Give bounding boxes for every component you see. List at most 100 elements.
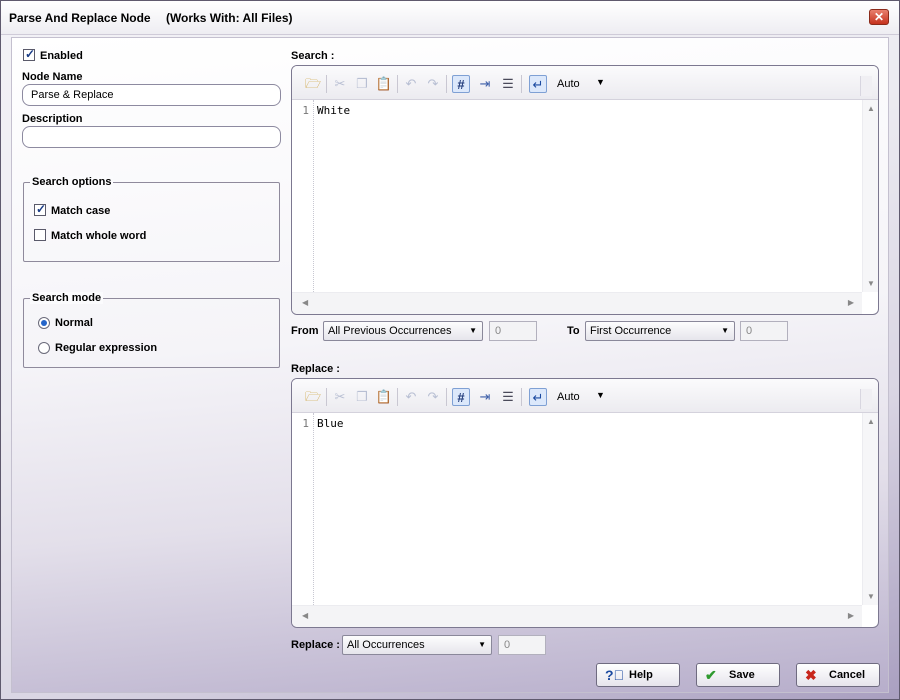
- copy-icon[interactable]: ❐: [353, 388, 371, 406]
- from-count-field[interactable]: 0: [489, 321, 537, 341]
- close-button[interactable]: ✕: [869, 9, 889, 25]
- regex-label: Regular expression: [55, 342, 158, 354]
- cut-icon[interactable]: ✂: [331, 75, 349, 93]
- show-whitespace-icon[interactable]: ⇥: [476, 75, 494, 93]
- enter-icon[interactable]: ↵: [529, 75, 547, 93]
- scroll-down-icon[interactable]: ▼: [863, 279, 878, 288]
- search-code[interactable]: White: [317, 104, 350, 117]
- help-button-label: Help: [629, 669, 653, 681]
- cut-icon[interactable]: ✂: [331, 388, 349, 406]
- to-select-value: First Occurrence: [590, 325, 672, 337]
- from-select-value: All Previous Occurrences: [328, 325, 452, 337]
- node-name-field[interactable]: Parse & Replace: [22, 84, 281, 106]
- scroll-right-icon[interactable]: ▶: [848, 611, 854, 620]
- search-mode-group: Search mode Normal Regular expression: [23, 292, 280, 368]
- toolbar-separator: [446, 75, 447, 93]
- search-options-legend: Search options: [30, 176, 114, 188]
- title-bar: Parse And Replace Node (Works With: All …: [1, 1, 899, 35]
- toolbar-corner: [860, 76, 872, 96]
- replace-count-field[interactable]: 0: [498, 635, 546, 655]
- match-case-checkbox[interactable]: [34, 202, 46, 216]
- cancel-button[interactable]: ✖ Cancel: [796, 663, 880, 687]
- paste-icon[interactable]: 📋: [375, 75, 393, 93]
- search-editor[interactable]: 🗁 ✂ ❐ 📋 ↶ ↷ # ⇥ ☰ ↵ Auto ▼ 1 White ▲ ▼ ◀…: [291, 65, 879, 315]
- dialog-content: Enabled Node Name Parse & Replace Descri…: [11, 37, 889, 693]
- save-button-label: Save: [729, 669, 755, 681]
- normal-label: Normal: [55, 317, 93, 329]
- to-label: To: [567, 325, 580, 337]
- node-name-label: Node Name: [22, 71, 83, 83]
- enabled-checkbox[interactable]: [23, 47, 35, 61]
- window-title-text: Parse And Replace Node: [9, 11, 151, 25]
- save-button[interactable]: ✔ Save: [696, 663, 780, 687]
- horizontal-scrollbar[interactable]: ◀ ▶: [292, 605, 862, 627]
- help-icon: ?⃝: [605, 667, 625, 683]
- replace-toolbar: 🗁 ✂ ❐ 📋 ↶ ↷ # ⇥ ☰ ↵ Auto ▼: [292, 379, 878, 413]
- chevron-down-icon[interactable]: ▼: [596, 390, 605, 400]
- vertical-scrollbar[interactable]: ▲ ▼: [862, 100, 878, 292]
- open-folder-icon[interactable]: 🗁: [304, 75, 322, 93]
- scroll-down-icon[interactable]: ▼: [863, 592, 878, 601]
- match-case-label: Match case: [51, 205, 111, 217]
- copy-icon[interactable]: ❐: [353, 75, 371, 93]
- open-folder-icon[interactable]: 🗁: [304, 388, 322, 406]
- toolbar-separator: [326, 388, 327, 406]
- replace-code[interactable]: Blue: [317, 417, 344, 430]
- auto-label[interactable]: Auto: [557, 78, 580, 90]
- line-numbers-icon[interactable]: #: [452, 388, 470, 406]
- replace-mode-value: All Occurrences: [347, 639, 425, 651]
- scroll-up-icon[interactable]: ▲: [863, 417, 878, 426]
- from-label: From: [291, 325, 319, 337]
- paste-icon[interactable]: 📋: [375, 388, 393, 406]
- replace-mode-label: Replace :: [291, 639, 340, 651]
- undo-icon[interactable]: ↶: [402, 388, 420, 406]
- vertical-scrollbar[interactable]: ▲ ▼: [862, 413, 878, 605]
- redo-icon[interactable]: ↷: [424, 75, 442, 93]
- scroll-left-icon[interactable]: ◀: [302, 298, 308, 307]
- undo-icon[interactable]: ↶: [402, 75, 420, 93]
- auto-label[interactable]: Auto: [557, 391, 580, 403]
- search-options-group: Search options Match case Match whole wo…: [23, 176, 280, 262]
- toolbar-separator: [446, 388, 447, 406]
- description-label: Description: [22, 113, 83, 125]
- scroll-left-icon[interactable]: ◀: [302, 611, 308, 620]
- search-label: Search :: [291, 50, 335, 62]
- word-wrap-icon[interactable]: ☰: [499, 388, 517, 406]
- description-field[interactable]: [22, 126, 281, 148]
- word-wrap-icon[interactable]: ☰: [499, 75, 517, 93]
- scroll-right-icon[interactable]: ▶: [848, 298, 854, 307]
- search-mode-legend: Search mode: [30, 292, 104, 304]
- to-count-field[interactable]: 0: [740, 321, 788, 341]
- chevron-down-icon: ▼: [469, 326, 477, 335]
- chevron-down-icon: ▼: [721, 326, 729, 335]
- scroll-up-icon[interactable]: ▲: [863, 104, 878, 113]
- replace-editor[interactable]: 🗁 ✂ ❐ 📋 ↶ ↷ # ⇥ ☰ ↵ Auto ▼ 1 Blue ▲ ▼ ◀ …: [291, 378, 879, 628]
- to-select[interactable]: First Occurrence ▼: [585, 321, 735, 341]
- horizontal-scrollbar[interactable]: ◀ ▶: [292, 292, 862, 314]
- search-toolbar: 🗁 ✂ ❐ 📋 ↶ ↷ # ⇥ ☰ ↵ Auto ▼: [292, 66, 878, 100]
- help-button[interactable]: ?⃝ Help: [596, 663, 680, 687]
- checkmark-icon: ✔: [705, 667, 717, 683]
- toolbar-separator: [521, 388, 522, 406]
- line-numbers-icon[interactable]: #: [452, 75, 470, 93]
- show-whitespace-icon[interactable]: ⇥: [476, 388, 494, 406]
- regex-radio[interactable]: [38, 342, 50, 354]
- enter-icon[interactable]: ↵: [529, 388, 547, 406]
- line-gutter: 1: [292, 413, 314, 605]
- redo-icon[interactable]: ↷: [424, 388, 442, 406]
- normal-radio[interactable]: [38, 317, 50, 329]
- match-whole-word-checkbox[interactable]: [34, 229, 46, 241]
- chevron-down-icon[interactable]: ▼: [596, 77, 605, 87]
- chevron-down-icon: ▼: [478, 640, 486, 649]
- from-select[interactable]: All Previous Occurrences ▼: [323, 321, 483, 341]
- close-icon: ✕: [873, 10, 885, 24]
- toolbar-separator: [326, 75, 327, 93]
- works-with-text: (Works With: All Files): [165, 11, 293, 25]
- toolbar-corner: [860, 389, 872, 409]
- cancel-button-label: Cancel: [829, 669, 866, 681]
- line-gutter: 1: [292, 100, 314, 292]
- replace-mode-select[interactable]: All Occurrences ▼: [342, 635, 492, 655]
- enabled-label: Enabled: [40, 50, 83, 62]
- replace-label: Replace :: [291, 363, 340, 375]
- cancel-x-icon: ✖: [805, 667, 817, 683]
